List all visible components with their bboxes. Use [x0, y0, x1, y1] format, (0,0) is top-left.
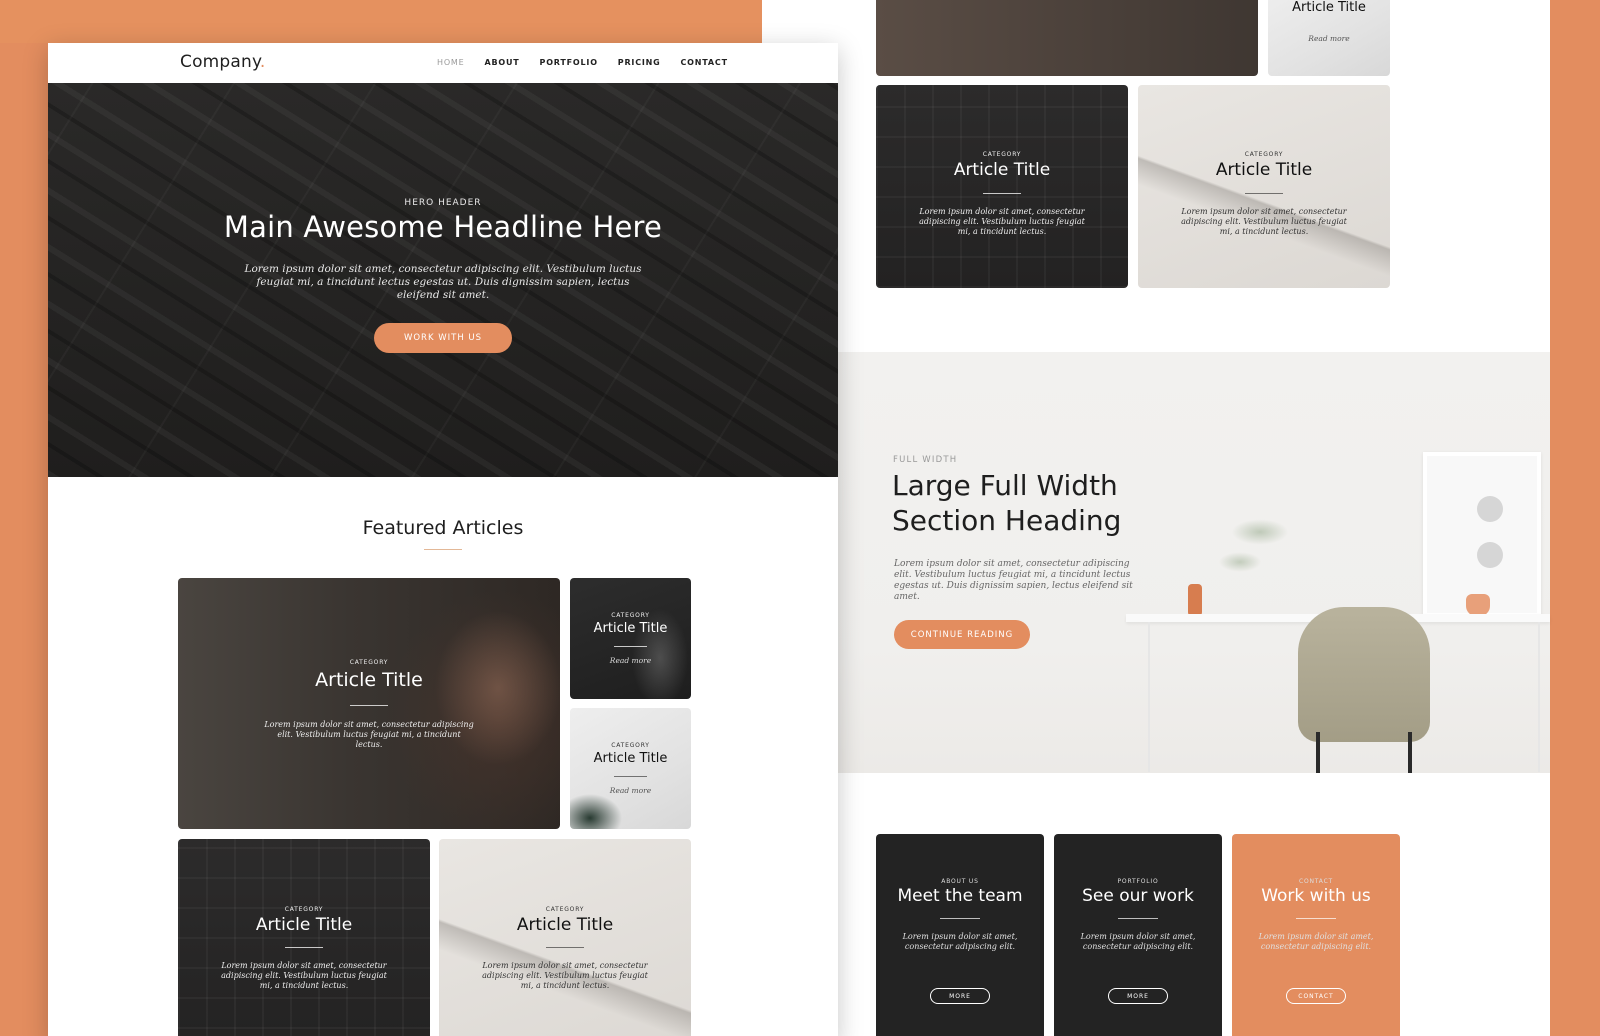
vase-image [1188, 584, 1202, 618]
article-category: CATEGORY [611, 742, 650, 749]
article-title: Article Title [593, 751, 668, 766]
work-with-us-button[interactable]: WORK WITH US [374, 323, 512, 353]
read-more-link[interactable]: Read more [570, 656, 691, 665]
service-title: See our work [1082, 886, 1194, 906]
logo-dot: . [259, 52, 266, 72]
article-title: Article Title [315, 669, 423, 691]
article-card-suit[interactable]: CATEGORY Article Title Read more [570, 578, 691, 699]
article-category: CATEGORY [611, 612, 650, 619]
article-category: CATEGORY [284, 906, 324, 913]
article-category: CATEGORY [1244, 151, 1284, 158]
article-card-woman[interactable]: CATEGORY Article Title Lorem ipsum dolor… [178, 578, 560, 829]
page-backdrop [0, 0, 762, 43]
full-width-section: FULL WIDTH Large Full Width Section Head… [838, 352, 1550, 773]
title-divider [614, 776, 647, 777]
article-card-woman-partial[interactable] [876, 0, 1258, 76]
article-title: Article Title [255, 915, 353, 935]
article-excerpt: Lorem ipsum dolor sit amet, consectetur … [264, 720, 474, 749]
service-title: Meet the team [897, 886, 1023, 906]
article-excerpt: Lorem ipsum dolor sit amet, consectetur … [482, 961, 648, 990]
desk-leg [1538, 622, 1540, 772]
title-divider [546, 947, 584, 948]
company-logo[interactable]: Company. [180, 52, 265, 72]
service-text: Lorem ipsum dolor sit amet, consectetur … [1080, 932, 1196, 951]
contact-button[interactable]: CONTACT [1286, 988, 1346, 1004]
article-title: Article Title [516, 915, 614, 935]
article-title: Article Title [1215, 160, 1313, 180]
article-title: Article Title [593, 621, 668, 636]
featured-articles-heading: Featured Articles [362, 517, 524, 539]
title-divider [940, 918, 980, 919]
nav-link-about[interactable]: ABOUT [484, 58, 519, 67]
service-card-about[interactable]: ABOUT US Meet the team Lorem ipsum dolor… [876, 834, 1044, 1036]
section-text: Lorem ipsum dolor sit amet, consectetur … [894, 559, 1133, 602]
read-more-link[interactable]: Read more [570, 786, 691, 795]
service-card-portfolio[interactable]: PORTFOLIO See our work Lorem ipsum dolor… [1054, 834, 1222, 1036]
article-excerpt: Lorem ipsum dolor sit amet, consectetur … [919, 207, 1085, 236]
title-divider [614, 646, 647, 647]
nav-link-contact[interactable]: CONTACT [681, 58, 728, 67]
article-category: CATEGORY [545, 906, 585, 913]
hero-headline: Main Awesome Headline Here [223, 210, 663, 244]
title-divider [1296, 918, 1336, 919]
service-card-contact[interactable]: CONTACT Work with us Lorem ipsum dolor s… [1232, 834, 1400, 1036]
title-divider [983, 193, 1021, 194]
plant-image [1210, 492, 1310, 592]
article-category: CATEGORY [349, 659, 389, 666]
title-divider [1118, 918, 1158, 919]
more-button[interactable]: MORE [930, 988, 990, 1004]
picture-frame-image [1423, 452, 1541, 617]
nav-links: HOME ABOUT PORTFOLIO PRICING CONTACT [437, 58, 748, 67]
read-more-link[interactable]: Read more [1268, 34, 1390, 43]
hero-header: HERO HEADER Main Awesome Headline Here L… [48, 83, 838, 477]
title-divider [285, 947, 323, 948]
chair-leg [1316, 732, 1320, 773]
article-card-wall[interactable]: CATEGORY Article Title Lorem ipsum dolor… [876, 85, 1128, 288]
service-category: ABOUT US [941, 878, 979, 885]
service-category: CONTACT [1298, 878, 1334, 885]
frame-circle [1477, 496, 1503, 522]
title-divider [350, 705, 388, 706]
article-card-chair[interactable]: CATEGORY Article Title Lorem ipsum dolor… [1138, 85, 1390, 288]
page-preview-right: Article Title Read more CATEGORY Article… [762, 0, 1550, 1036]
service-text: Lorem ipsum dolor sit amet, consectetur … [1258, 932, 1374, 951]
service-text: Lorem ipsum dolor sit amet, consectetur … [902, 932, 1018, 951]
nav-link-home[interactable]: HOME [437, 58, 464, 67]
article-title: Article Title [1292, 0, 1366, 15]
continue-reading-button[interactable]: CONTINUE READING [894, 620, 1030, 649]
article-card-shoe[interactable]: CATEGORY Article Title Read more [570, 708, 691, 829]
section-heading: Large Full Width Section Heading [892, 469, 1122, 537]
pot-image [1466, 594, 1490, 616]
article-card-chair[interactable]: CATEGORY Article Title Lorem ipsum dolor… [439, 839, 691, 1036]
hero-text: Lorem ipsum dolor sit amet, consectetur … [244, 263, 642, 301]
top-navigation: Company. HOME ABOUT PORTFOLIO PRICING CO… [48, 43, 838, 83]
nav-link-pricing[interactable]: PRICING [618, 58, 661, 67]
section-eyebrow: FULL WIDTH [893, 455, 958, 465]
logo-text: Company [180, 52, 260, 72]
article-card-wall[interactable]: CATEGORY Article Title Lorem ipsum dolor… [178, 839, 430, 1036]
title-divider [1245, 193, 1283, 194]
article-title: Article Title [953, 160, 1051, 180]
hero-eyebrow: HERO HEADER [404, 198, 482, 208]
service-category: PORTFOLIO [1117, 878, 1159, 885]
page-preview-left: Company. HOME ABOUT PORTFOLIO PRICING CO… [48, 43, 838, 1036]
frame-circle [1477, 542, 1503, 568]
service-title: Work with us [1261, 886, 1371, 906]
article-excerpt: Lorem ipsum dolor sit amet, consectetur … [1181, 207, 1347, 236]
more-button[interactable]: MORE [1108, 988, 1168, 1004]
nav-link-portfolio[interactable]: PORTFOLIO [540, 58, 598, 67]
desk-leg [1148, 622, 1150, 772]
article-card-shoe-partial[interactable]: Article Title Read more [1268, 0, 1390, 76]
heading-underline [424, 549, 462, 550]
chair-leg [1408, 732, 1412, 773]
chair-image [1298, 607, 1430, 742]
article-category: CATEGORY [982, 151, 1022, 158]
article-excerpt: Lorem ipsum dolor sit amet, consectetur … [221, 961, 387, 990]
